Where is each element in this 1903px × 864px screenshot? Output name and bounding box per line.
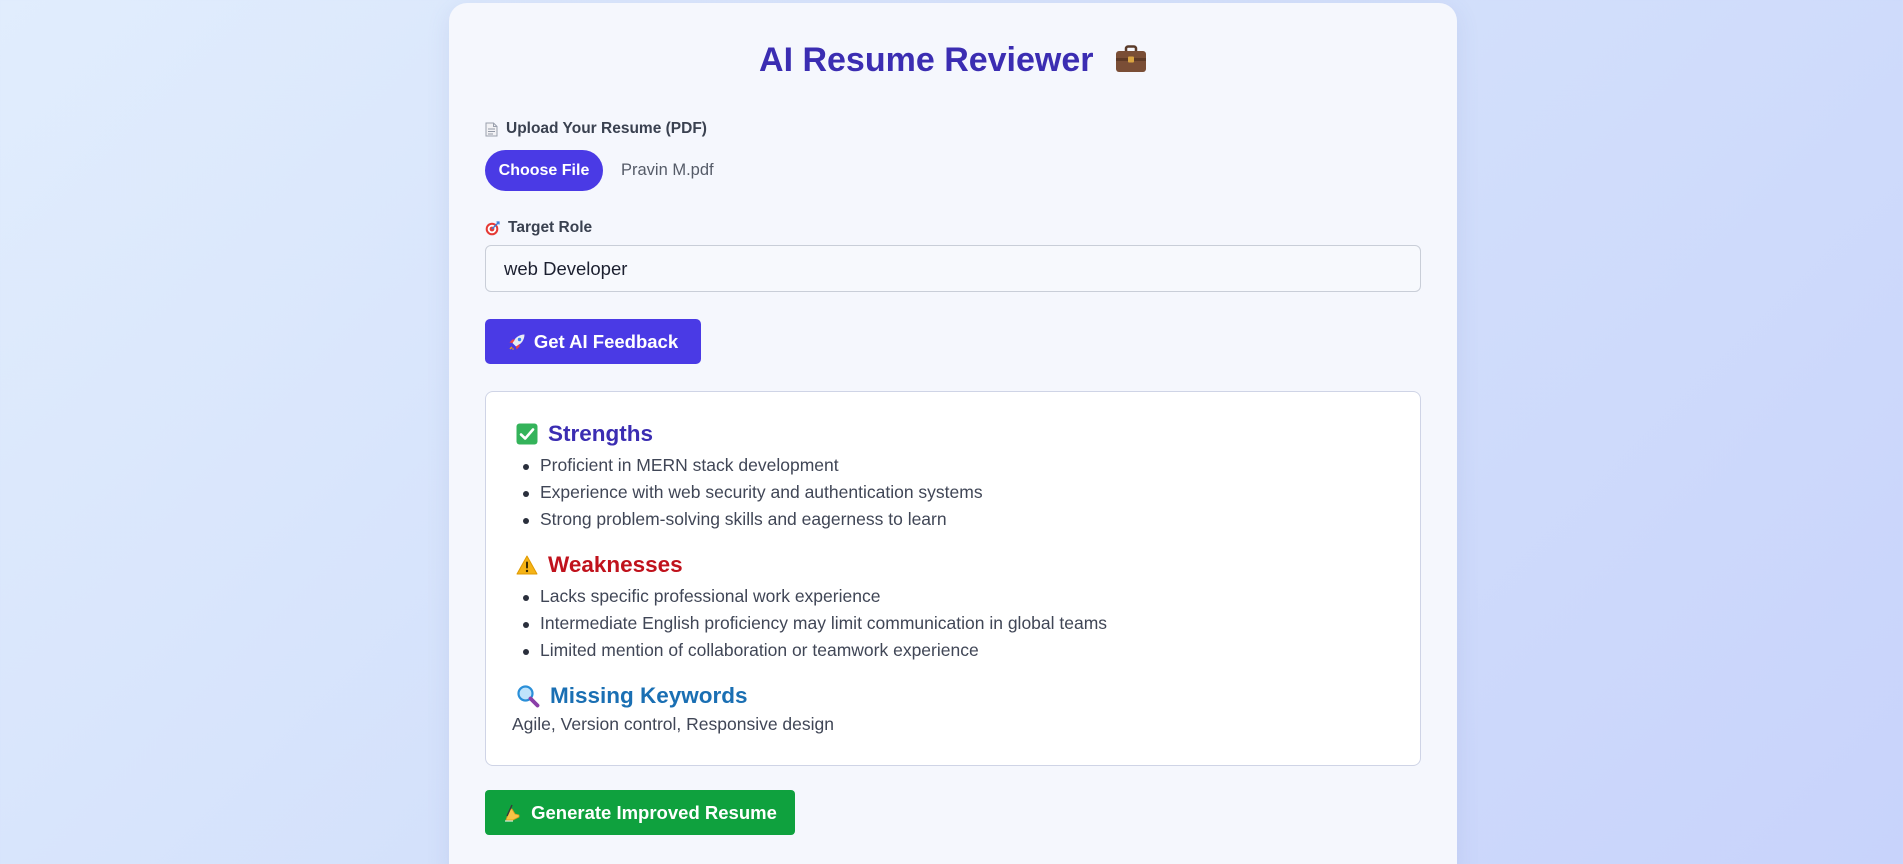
writing-hand-icon [503, 804, 523, 822]
page-title: AI Resume Reviewer [449, 41, 1457, 82]
check-icon [516, 423, 538, 445]
weakness-item: Lacks specific professional work experie… [516, 583, 1107, 610]
weakness-item: Limited mention of collaboration or team… [516, 637, 1107, 664]
target-role-label: Target Role [485, 219, 592, 237]
missing-keywords-heading-text: Missing Keywords [550, 683, 748, 708]
rocket-icon [508, 333, 526, 351]
target-role-input[interactable] [485, 245, 1421, 292]
weaknesses-heading: Weaknesses [516, 552, 683, 578]
weaknesses-list: Lacks specific professional work experie… [516, 583, 1107, 664]
weakness-item: Intermediate English proficiency may lim… [516, 610, 1107, 637]
weaknesses-heading-text: Weaknesses [548, 552, 683, 577]
generate-improved-resume-button[interactable]: Generate Improved Resume [485, 790, 795, 835]
feedback-results-panel: Strengths Proficient in MERN stack devel… [485, 391, 1421, 766]
choose-file-button[interactable]: Choose File [485, 150, 603, 191]
get-ai-feedback-button[interactable]: Get AI Feedback [485, 319, 701, 364]
page-title-text: AI Resume Reviewer [759, 41, 1094, 79]
strength-item: Proficient in MERN stack development [516, 452, 983, 479]
target-role-label-text: Target Role [508, 219, 593, 236]
upload-label: Upload Your Resume (PDF) [485, 120, 707, 138]
strengths-heading-text: Strengths [548, 421, 654, 446]
briefcase-icon [1115, 43, 1147, 82]
strength-item: Experience with web security and authent… [516, 479, 983, 506]
missing-keywords-text: Agile, Version control, Responsive desig… [512, 714, 834, 734]
generate-improved-resume-label: Generate Improved Resume [531, 801, 777, 823]
document-icon [485, 122, 498, 137]
strength-item: Strong problem-solving skills and eagern… [516, 506, 983, 533]
strengths-heading: Strengths [516, 421, 653, 447]
reviewer-card: AI Resume Reviewer Upload Your Resume (P… [449, 3, 1457, 864]
warning-icon [516, 555, 538, 575]
missing-keywords-heading: Missing Keywords [516, 683, 748, 709]
upload-label-text: Upload Your Resume (PDF) [506, 120, 707, 137]
target-icon [485, 220, 500, 236]
magnifier-icon [516, 684, 540, 708]
file-upload-control: Choose File Pravin M.pdf [485, 150, 714, 191]
selected-file-name: Pravin M.pdf [621, 161, 714, 179]
get-ai-feedback-label: Get AI Feedback [533, 330, 679, 352]
strengths-list: Proficient in MERN stack development Exp… [516, 452, 983, 533]
